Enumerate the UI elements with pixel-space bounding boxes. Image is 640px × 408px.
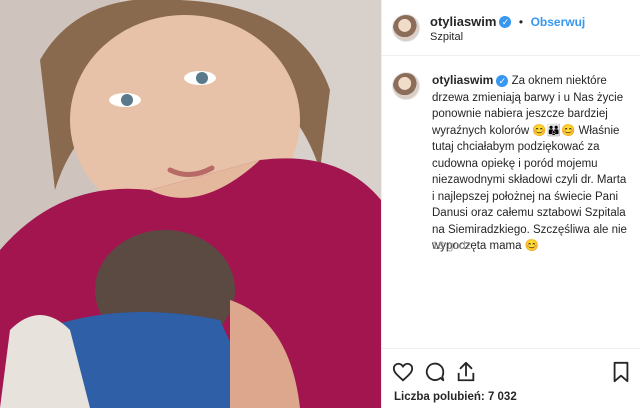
avatar[interactable] bbox=[392, 14, 420, 42]
post-photo[interactable] bbox=[0, 0, 381, 408]
post-timestamp[interactable]: 18 godz. bbox=[432, 240, 474, 252]
location-link[interactable]: Szpital bbox=[430, 31, 463, 43]
comment-bubble-icon[interactable] bbox=[424, 361, 446, 383]
share-icon[interactable] bbox=[455, 361, 477, 383]
likes-count: 7 032 bbox=[487, 391, 517, 403]
follow-button[interactable]: Obserwuj bbox=[531, 15, 586, 29]
post-header: otyliaswim ✓ • Obserwuj Szpital bbox=[382, 0, 640, 56]
post-caption: otyliaswim ✓ Za oknem niektóre drzewa zmi… bbox=[432, 72, 632, 255]
caption-avatar[interactable] bbox=[392, 72, 420, 100]
caption-username-link[interactable]: otyliaswim bbox=[432, 73, 493, 87]
bookmark-icon[interactable] bbox=[610, 361, 632, 383]
separator-dot: • bbox=[518, 15, 524, 29]
username-link[interactable]: otyliaswim bbox=[430, 14, 496, 29]
header-user-line: otyliaswim ✓ • Obserwuj bbox=[430, 13, 585, 31]
likes-summary[interactable]: Liczba polubień: 7 032 bbox=[394, 391, 517, 403]
caption-text: Za oknem niektóre drzewa zmieniają barwy… bbox=[432, 75, 627, 252]
likes-label: Liczba polubień: bbox=[394, 391, 485, 403]
action-bar: Liczba polubień: 7 032 bbox=[382, 348, 640, 408]
heart-icon[interactable] bbox=[392, 361, 414, 383]
post-sidebar: otyliaswim ✓ • Obserwuj Szpital otyliaswi… bbox=[381, 0, 640, 408]
verified-badge-icon: ✓ bbox=[499, 15, 512, 28]
caption-verified-badge-icon: ✓ bbox=[496, 74, 509, 87]
photo-illustration bbox=[0, 0, 381, 408]
